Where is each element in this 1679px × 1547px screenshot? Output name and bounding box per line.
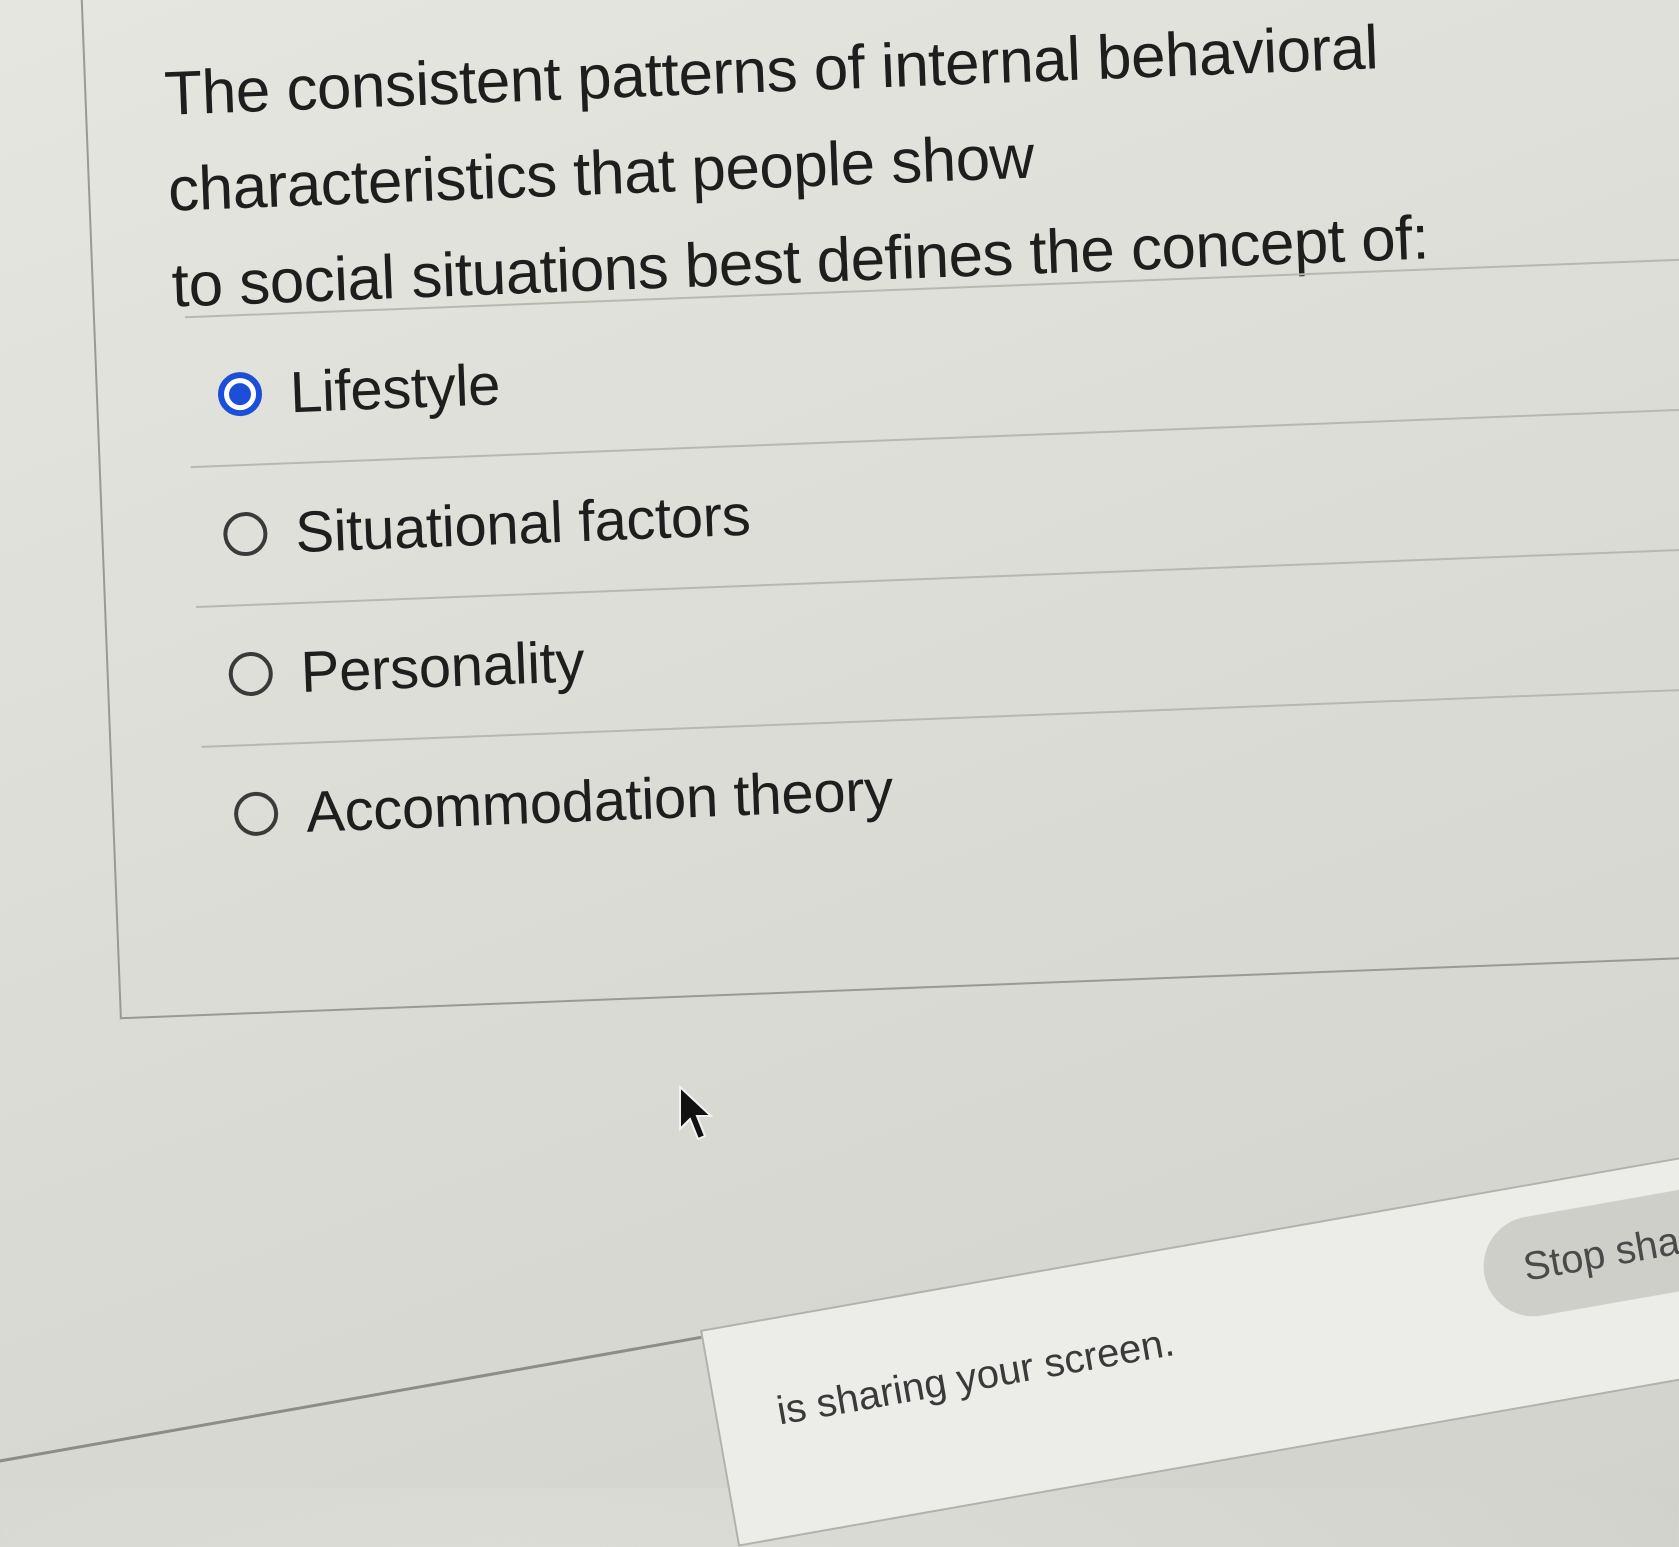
option-lifestyle[interactable]: Lifestyle: [216, 324, 502, 455]
radio-unchecked-icon[interactable]: [227, 651, 274, 697]
stop-sharing-label: Stop shar: [1519, 1216, 1679, 1290]
question-text: The consistent patterns of internal beha…: [163, 0, 1673, 335]
option-label: Situational factors: [294, 482, 752, 565]
option-accommodation-theory[interactable]: Accommodation theory: [232, 729, 895, 874]
question-line-2: to social situations best defines the co…: [170, 203, 1430, 321]
option-personality[interactable]: Personality: [226, 601, 586, 735]
option-label: Accommodation theory: [304, 756, 895, 845]
radio-unchecked-icon[interactable]: [222, 511, 269, 557]
share-message: is sharing your screen.: [773, 1320, 1178, 1434]
question-card: The consistent patterns of internal beha…: [80, 0, 1679, 1020]
question-line-1: The consistent patterns of internal beha…: [163, 13, 1380, 225]
stop-sharing-button[interactable]: Stop shar: [1475, 1177, 1679, 1325]
radio-checked-icon[interactable]: [217, 371, 263, 417]
screen-share-bar: is sharing your screen. Stop shar: [700, 1138, 1679, 1547]
radio-unchecked-icon[interactable]: [233, 791, 279, 837]
screen-surface: The consistent patterns of internal beha…: [0, 0, 1679, 1547]
option-situational-factors[interactable]: Situational factors: [221, 455, 753, 595]
option-label: Personality: [299, 628, 586, 705]
mouse-cursor-icon: [679, 1085, 714, 1141]
option-label: Lifestyle: [288, 351, 502, 425]
